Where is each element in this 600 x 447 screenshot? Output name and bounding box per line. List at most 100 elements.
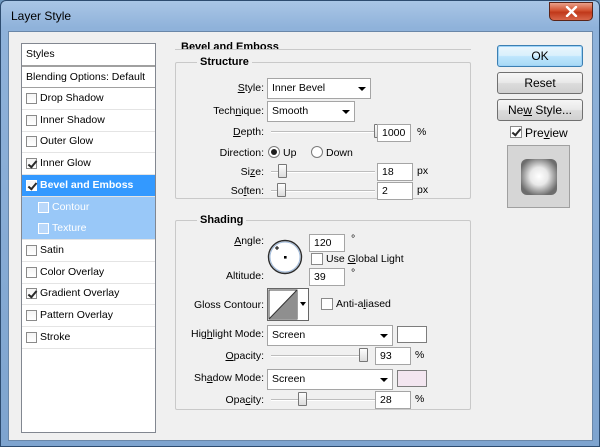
gloss-contour-picker[interactable] xyxy=(267,288,309,321)
soften-input[interactable]: 2 xyxy=(377,182,413,200)
style-item-label: Pattern Overlay xyxy=(40,309,113,321)
inner-shadow-checkbox[interactable] xyxy=(26,114,37,126)
satin-checkbox[interactable] xyxy=(26,244,37,256)
style-item-label: Outer Glow xyxy=(40,135,94,148)
pattern-overlay-checkbox[interactable] xyxy=(26,310,37,321)
styles-header[interactable]: Styles xyxy=(22,44,155,66)
style-item-drop-shadow[interactable]: Drop Shadow xyxy=(22,88,155,110)
title-bar: Layer Style xyxy=(1,1,600,31)
soften-slider-thumb[interactable] xyxy=(276,183,286,197)
direction-down-radio[interactable] xyxy=(311,146,323,158)
soften-unit: px xyxy=(417,184,429,196)
highlight-mode-select[interactable]: Screen xyxy=(267,325,393,346)
highlight-mode-label: Highlight Mode: xyxy=(191,328,264,340)
use-global-light-checkbox[interactable] xyxy=(311,253,323,265)
size-label: Size: xyxy=(240,166,264,178)
style-item-label: Color Overlay xyxy=(40,265,105,278)
style-item-color-overlay[interactable]: Color Overlay xyxy=(22,262,155,284)
style-item-outer-glow[interactable]: Outer Glow xyxy=(22,131,155,154)
depth-unit: % xyxy=(417,126,427,138)
chevron-down-icon xyxy=(380,378,388,382)
reset-button[interactable]: Reset xyxy=(497,72,583,94)
angle-input[interactable]: 120 xyxy=(309,234,345,252)
style-item-label: Inner Shadow xyxy=(40,113,105,126)
chevron-down-icon xyxy=(380,334,388,338)
bevel-and-emboss-checkbox[interactable] xyxy=(26,179,37,191)
stroke-checkbox[interactable] xyxy=(26,331,37,343)
highlight-opacity-thumb[interactable] xyxy=(359,348,369,362)
style-item-label: Drop Shadow xyxy=(40,92,104,104)
new-style-button[interactable]: New Style... xyxy=(497,99,583,121)
use-global-light-label: Use Global Light xyxy=(326,253,404,265)
angle-dial[interactable] xyxy=(267,239,303,275)
style-item-satin[interactable]: Satin xyxy=(22,240,155,262)
contour-checkbox[interactable] xyxy=(38,201,49,213)
style-item-contour[interactable]: Contour xyxy=(22,196,155,219)
texture-checkbox[interactable] xyxy=(38,223,49,235)
style-item-label: Bevel and Emboss xyxy=(40,178,134,191)
chevron-down-icon xyxy=(358,87,366,91)
style-item-label: Texture xyxy=(52,222,87,235)
highlight-opacity-track[interactable] xyxy=(271,355,363,357)
style-item-pattern-overlay[interactable]: Pattern Overlay xyxy=(22,305,155,327)
style-select-value: Inner Bevel xyxy=(272,82,326,94)
style-item-gradient-overlay[interactable]: Gradient Overlay xyxy=(22,283,155,306)
highlight-opacity-input[interactable]: 93 xyxy=(375,347,411,365)
inner-glow-checkbox[interactable] xyxy=(26,158,37,170)
style-select[interactable]: Inner Bevel xyxy=(267,78,371,99)
depth-input[interactable]: 1000 xyxy=(377,124,411,142)
anti-aliased-checkbox[interactable] xyxy=(321,298,333,310)
gloss-contour-label: Gloss Contour: xyxy=(193,299,264,311)
structure-title: Structure xyxy=(197,56,252,68)
style-item-inner-shadow[interactable]: Inner Shadow xyxy=(22,110,155,132)
style-item-label: Inner Glow xyxy=(40,157,91,170)
depth-label: Depth: xyxy=(233,126,264,138)
chevron-down-icon xyxy=(342,110,350,114)
close-button[interactable] xyxy=(549,2,593,21)
preview-checkbox[interactable] xyxy=(510,126,522,138)
color-overlay-checkbox[interactable] xyxy=(26,266,37,278)
shadow-mode-label: Shadow Mode: xyxy=(193,372,264,384)
preview-label: Preview xyxy=(525,126,568,140)
shadow-color-swatch[interactable] xyxy=(397,370,427,387)
shadow-opacity-input[interactable]: 28 xyxy=(375,391,411,409)
shadow-opacity-thumb[interactable] xyxy=(297,392,307,406)
highlight-opacity-unit: % xyxy=(415,349,425,361)
style-item-stroke[interactable]: Stroke xyxy=(22,327,155,349)
window-title: Layer Style xyxy=(11,9,72,23)
style-preview-thumbnail xyxy=(507,145,570,208)
bevel-emboss-title: Bevel and Emboss xyxy=(181,41,279,53)
depth-slider-track[interactable] xyxy=(271,131,375,133)
anti-aliased-label: Anti-aliased xyxy=(336,298,391,310)
outer-glow-checkbox[interactable] xyxy=(26,136,37,148)
shadow-opacity-label: Opacity: xyxy=(225,394,264,406)
soften-label: Soften: xyxy=(230,185,264,197)
drop-shadow-checkbox[interactable] xyxy=(26,93,37,104)
style-item-bevel-and-emboss[interactable]: Bevel and Emboss xyxy=(22,174,155,197)
style-item-texture[interactable]: Texture xyxy=(22,218,155,241)
style-item-label: Satin xyxy=(40,243,64,256)
highlight-color-swatch[interactable] xyxy=(397,326,427,343)
shadow-mode-select[interactable]: Screen xyxy=(267,369,393,390)
technique-label: Technique: xyxy=(213,105,264,117)
blending-options-item[interactable]: Blending Options: Default xyxy=(22,66,155,88)
gradient-overlay-checkbox[interactable] xyxy=(26,288,37,300)
style-item-inner-glow[interactable]: Inner Glow xyxy=(22,153,155,176)
style-label: Style: xyxy=(237,82,264,94)
section-divider xyxy=(175,49,471,50)
size-slider-thumb[interactable] xyxy=(277,164,287,178)
altitude-input[interactable]: 39 xyxy=(309,268,345,286)
direction-up-radio[interactable] xyxy=(268,146,280,158)
technique-select[interactable]: Smooth xyxy=(267,101,355,122)
altitude-label: Altitude: xyxy=(226,270,264,282)
size-input[interactable]: 18 xyxy=(377,163,413,181)
size-unit: px xyxy=(417,165,429,177)
dialog-client-area: Styles Blending Options: Default Drop Sh… xyxy=(8,31,593,441)
shadow-opacity-track[interactable] xyxy=(271,399,375,401)
ok-button[interactable]: OK xyxy=(497,45,583,67)
style-item-label: Stroke xyxy=(40,330,71,343)
technique-select-value: Smooth xyxy=(272,105,309,117)
blending-options-label: Blending Options: Default xyxy=(26,71,146,83)
shadow-mode-value: Screen xyxy=(272,373,306,385)
soften-slider-track[interactable] xyxy=(271,190,375,192)
